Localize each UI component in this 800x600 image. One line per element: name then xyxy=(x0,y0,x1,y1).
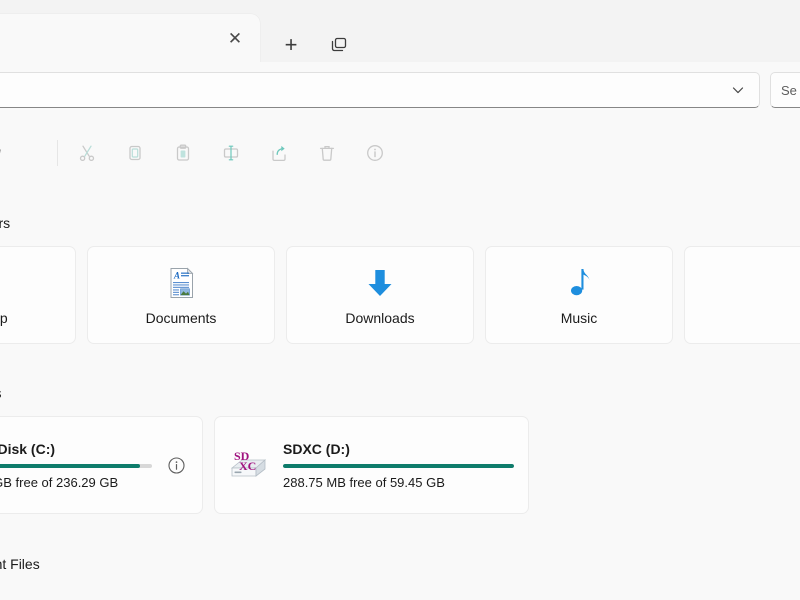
folder-label: Documents xyxy=(145,309,217,326)
paste-icon xyxy=(176,144,190,161)
info-icon xyxy=(367,145,383,161)
chevron-down-icon[interactable] xyxy=(723,75,753,105)
folder-card-documents[interactable]: A Documents xyxy=(87,246,275,344)
plus-icon: + xyxy=(284,32,298,57)
folder-label: Music xyxy=(560,309,598,326)
delete-icon xyxy=(319,145,335,161)
drive-card-local-disk-c[interactable]: Local Disk (C:) 14.92 GB free of 236.29 … xyxy=(0,416,203,514)
drive-capacity-text: 14.92 GB free of 236.29 GB xyxy=(0,474,119,490)
rename-icon xyxy=(223,145,239,161)
command-bar-actions xyxy=(70,136,392,170)
folders-grid: Desktop A Documents Downloads xyxy=(0,246,800,344)
new-button-label: New xyxy=(0,145,1,160)
drive-info-button[interactable] xyxy=(164,453,188,477)
copy-icon xyxy=(129,145,141,161)
drive-name: Local Disk (C:) xyxy=(0,440,56,457)
tab-strip: ome ✕ + xyxy=(0,12,356,62)
share-icon xyxy=(272,145,286,162)
svg-text:A: A xyxy=(173,270,180,280)
sdxc-card-drive-icon: SD XC xyxy=(230,449,267,477)
drives-section-heading: rives xyxy=(0,385,2,401)
info-circle-icon xyxy=(167,456,185,474)
drives-grid: Local Disk (C:) 14.92 GB free of 236.29 … xyxy=(0,416,529,514)
folder-label: Downloads xyxy=(345,309,415,326)
address-bar-row: Se xyxy=(0,62,800,120)
folder-card-downloads[interactable]: Downloads xyxy=(286,246,474,344)
tab-home-label: ome xyxy=(0,30,222,46)
drive-details: Local Disk (C:) 14.92 GB free of 236.29 … xyxy=(0,441,152,490)
paste-button[interactable] xyxy=(166,136,200,170)
recent-files-section-heading: ecent Files xyxy=(0,556,40,572)
copy-button[interactable] xyxy=(118,136,152,170)
drive-usage-bar xyxy=(0,463,152,468)
close-icon[interactable]: ✕ xyxy=(222,25,248,51)
delete-button[interactable] xyxy=(310,136,344,170)
tab-home[interactable]: ome ✕ xyxy=(0,14,260,62)
music-note-icon xyxy=(571,268,590,295)
cut-button[interactable] xyxy=(70,136,104,170)
share-button[interactable] xyxy=(262,136,296,170)
drive-usage-fill xyxy=(0,463,141,468)
folder-card-music[interactable]: Music xyxy=(485,246,673,344)
new-tab-button[interactable]: + xyxy=(274,28,308,62)
drive-usage-bar xyxy=(283,463,514,468)
drive-details: SDXC (D:) 288.75 MB free of 59.45 GB xyxy=(283,441,514,490)
new-button[interactable]: New xyxy=(0,136,13,168)
folder-label: Desktop xyxy=(0,309,8,326)
command-bar-divider xyxy=(57,140,58,166)
svg-text:XC: XC xyxy=(239,459,256,473)
drive-capacity-text: 288.75 MB free of 59.45 GB xyxy=(283,474,445,490)
tab-list-button[interactable] xyxy=(322,28,356,62)
folders-section-heading: olders xyxy=(0,215,11,231)
drive-usage-fill xyxy=(283,463,514,468)
drive-card-sdxc-d[interactable]: SD XC SDXC (D:) 288.75 MB free of 59.45 … xyxy=(214,416,529,514)
folder-card-pictures[interactable] xyxy=(684,246,800,344)
address-bar[interactable] xyxy=(0,72,760,108)
rename-button[interactable] xyxy=(214,136,248,170)
content-area: olders Desktop A xyxy=(0,184,800,600)
folder-card-desktop[interactable]: Desktop xyxy=(0,246,76,344)
search-input[interactable]: Se xyxy=(781,83,797,98)
search-box[interactable]: Se xyxy=(770,72,800,108)
title-bar: ome ✕ + xyxy=(0,0,800,62)
cut-icon xyxy=(79,145,95,162)
tab-list-icon xyxy=(331,37,347,52)
download-arrow-icon xyxy=(368,269,392,296)
chevron-down-glyph xyxy=(732,87,744,94)
drive-name: SDXC (D:) xyxy=(283,440,350,457)
document-page-icon: A xyxy=(170,267,194,298)
properties-button[interactable] xyxy=(358,136,392,170)
